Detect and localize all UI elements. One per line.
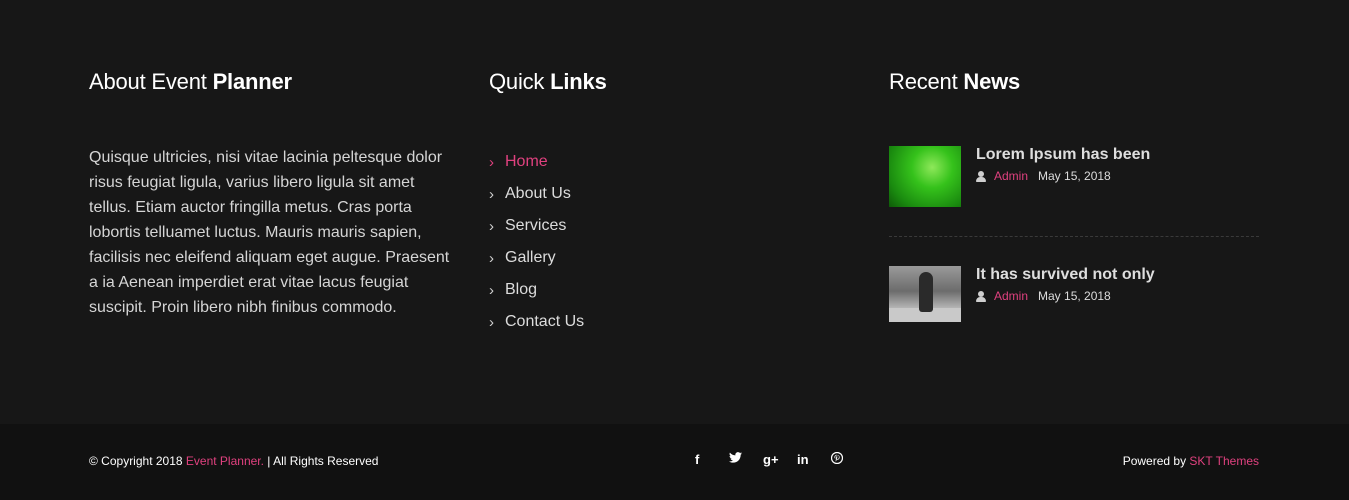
chevron-right-icon: › — [489, 185, 494, 203]
link-label[interactable]: Blog — [505, 281, 537, 299]
chevron-right-icon: › — [489, 281, 494, 299]
news-title[interactable]: Lorem Ipsum has been — [976, 146, 1150, 164]
chevron-right-icon: › — [489, 153, 494, 171]
google-plus-icon[interactable]: g+ — [763, 452, 797, 467]
powered-by: Powered by SKT Themes — [1123, 454, 1259, 468]
quick-links-column: Quick Links › Home › About Us › Services › G… — [489, 68, 859, 338]
about-title-light: About Event — [89, 69, 213, 94]
news-meta: Admin May 15, 2018 — [976, 169, 1111, 183]
twitter-icon[interactable] — [729, 452, 763, 467]
quick-links-title-light: Quick — [489, 69, 551, 94]
user-icon — [976, 290, 986, 302]
recent-news-title-light: Recent — [889, 69, 964, 94]
link-services[interactable]: › Services — [489, 210, 859, 242]
footer-bottom-bar: © Copyright 2018 Event Planner. | All Ri… — [0, 424, 1349, 500]
about-column: About Event Planner Quisque ultricies, n… — [89, 68, 459, 320]
social-icons: f g+ in — [695, 451, 865, 467]
linkedin-icon[interactable]: in — [797, 452, 831, 467]
link-label[interactable]: About Us — [505, 185, 571, 203]
copyright-brand-link[interactable]: Event Planner. — [186, 454, 264, 468]
copyright-prefix: © Copyright 2018 — [89, 454, 186, 468]
chevron-right-icon: › — [489, 313, 494, 331]
news-meta: Admin May 15, 2018 — [976, 289, 1111, 303]
chevron-right-icon: › — [489, 217, 494, 235]
link-contact-us[interactable]: › Contact Us — [489, 306, 859, 338]
link-label[interactable]: Gallery — [505, 249, 556, 267]
powered-brand-link[interactable]: SKT Themes — [1189, 454, 1259, 468]
copyright-suffix: | All Rights Reserved — [263, 454, 379, 468]
footer-widgets: About Event Planner Quisque ultricies, n… — [0, 0, 1349, 424]
link-label[interactable]: Contact Us — [505, 313, 584, 331]
recent-news-title: Recent News — [889, 68, 1259, 96]
thumbnail-person — [919, 272, 933, 312]
news-author[interactable]: Admin — [994, 289, 1028, 303]
news-item: Lorem Ipsum has been Admin May 15, 2018 — [889, 146, 1259, 208]
about-text: Quisque ultricies, nisi vitae lacinia pe… — [89, 149, 450, 316]
news-thumbnail[interactable] — [889, 146, 961, 207]
news-item: It has survived not only Admin May 15, 2… — [889, 266, 1259, 328]
link-home[interactable]: › Home — [489, 146, 859, 178]
news-date: May 15, 2018 — [1038, 289, 1111, 303]
about-title: About Event Planner — [89, 68, 459, 96]
news-thumbnail[interactable] — [889, 266, 961, 322]
twitter-bird-glyph — [729, 452, 742, 463]
link-about-us[interactable]: › About Us — [489, 178, 859, 210]
powered-prefix: Powered by — [1122, 454, 1190, 468]
quick-links-title-bold: Links — [550, 69, 607, 94]
pinterest-glyph — [830, 451, 844, 465]
pinterest-icon[interactable] — [830, 451, 865, 467]
about-title-bold: Planner — [212, 69, 292, 94]
user-icon — [976, 170, 986, 182]
recent-news-title-bold: News — [963, 69, 1021, 94]
news-divider — [889, 236, 1259, 237]
link-label[interactable]: Home — [505, 153, 548, 171]
link-gallery[interactable]: › Gallery — [489, 242, 859, 274]
chevron-right-icon: › — [489, 249, 494, 267]
link-blog[interactable]: › Blog — [489, 274, 859, 306]
copyright: © Copyright 2018 Event Planner. | All Ri… — [89, 454, 378, 468]
recent-news-column: Recent News Lorem Ipsum has been Admin M… — [889, 68, 1259, 328]
news-date: May 15, 2018 — [1038, 169, 1111, 183]
news-author[interactable]: Admin — [994, 169, 1028, 183]
link-label[interactable]: Services — [505, 217, 566, 235]
quick-links-title: Quick Links — [489, 68, 859, 96]
news-title[interactable]: It has survived not only — [976, 266, 1155, 284]
quick-links-list: › Home › About Us › Services › Gallery › Blog… — [489, 146, 859, 338]
facebook-icon[interactable]: f — [695, 452, 729, 467]
